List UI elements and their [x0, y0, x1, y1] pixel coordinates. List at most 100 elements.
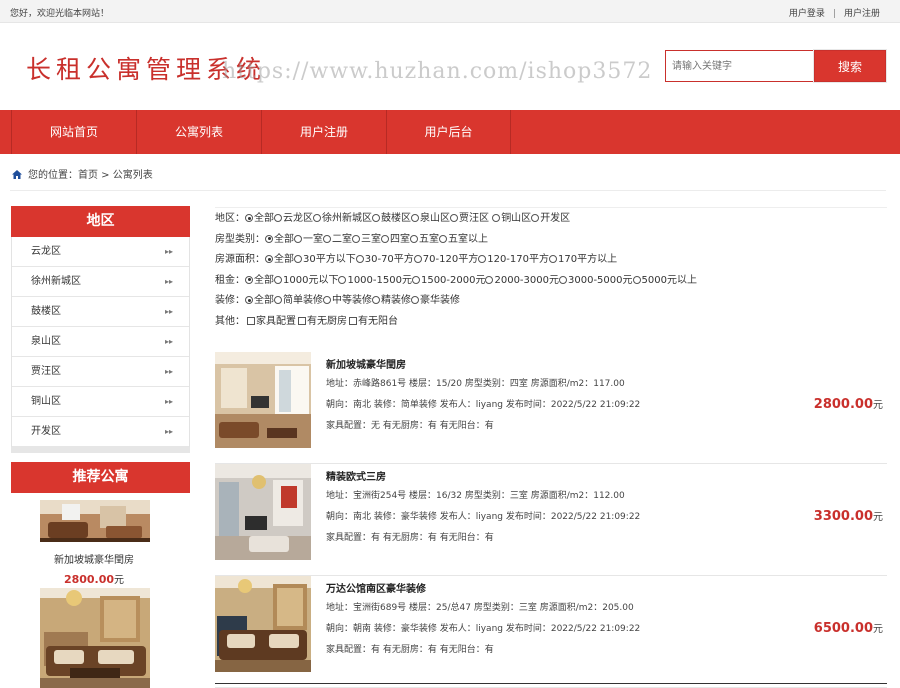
area-label: 开发区: [31, 426, 61, 437]
filter-panel: 地区： 全部 云龙区 徐州新城区 鼓楼区 泉山区 贾汪区 铜山区 开发区 房型类别： 全部 一室二…: [215, 207, 887, 332]
filter-option[interactable]: 1000-1500元: [338, 275, 412, 286]
price-value: 2800.00: [813, 397, 873, 412]
filter-option[interactable]: 三室: [352, 234, 381, 245]
filter-divider: [215, 207, 887, 208]
price-unit: 元: [873, 512, 883, 523]
filter-option[interactable]: 1500-2000元: [411, 275, 485, 286]
filter-option[interactable]: 120-170平方: [478, 254, 549, 265]
listing-price: 6500.00元: [814, 620, 883, 636]
price-unit: 元: [873, 624, 883, 635]
listing-detail-2: 朝向：朝南 装修：豪华装修 发布人：liyang 发布时间：2022/5/22 …: [326, 624, 641, 634]
filter-option[interactable]: 开发区: [531, 213, 570, 224]
filter-option[interactable]: 五室: [410, 234, 439, 245]
listing-photo[interactable]: [215, 576, 311, 672]
area-item[interactable]: 铜山区 ▸▸: [12, 387, 189, 417]
nav-apartment-list[interactable]: 公寓列表: [136, 110, 261, 154]
filter-option[interactable]: 5000元以上: [632, 275, 697, 286]
filter-label: 地区：: [215, 213, 245, 224]
filter-option[interactable]: 2000-3000元: [485, 275, 559, 286]
filter-option[interactable]: 鼓楼区: [372, 213, 411, 224]
filter-option[interactable]: 云龙区: [274, 213, 313, 224]
filter-option[interactable]: 全部: [245, 275, 274, 286]
filter-option[interactable]: 30平方以下: [294, 254, 356, 265]
area-item[interactable]: 鼓楼区 ▸▸: [12, 297, 189, 327]
filter-option[interactable]: 二室: [323, 234, 352, 245]
recommend-image[interactable]: [40, 588, 150, 688]
area-label: 云龙区: [31, 246, 61, 257]
listing-detail-2: 朝向：南北 装修：豪华装修 发布人：liyang 发布时间：2022/5/22 …: [326, 512, 641, 522]
filter-option[interactable]: 全部: [245, 295, 274, 306]
filter-option[interactable]: 30-70平方: [355, 254, 414, 265]
filter-option[interactable]: 简单装修: [274, 295, 323, 306]
filter-option[interactable]: 四室: [381, 234, 410, 245]
price-unit: 元: [114, 575, 125, 586]
filter-option[interactable]: 泉山区: [411, 213, 450, 224]
filter-checkbox[interactable]: 有无厨房: [296, 316, 347, 327]
filter-room-type: 房型类别： 全部 一室 二室 三室 四室 五室 五室以上: [215, 230, 887, 251]
search-button[interactable]: 搜索: [813, 49, 887, 83]
listing-title[interactable]: 精装欧式三房: [326, 468, 386, 483]
filter-option[interactable]: 1000元以下: [274, 275, 338, 286]
filter-option[interactable]: 全部: [245, 213, 274, 224]
listing-detail-3: 家具配置：有 有无厨房：有 有无阳台：有: [326, 533, 494, 543]
filter-option[interactable]: 精装修: [372, 295, 411, 306]
breadcrumb: 您的位置：首页 > 公寓列表: [12, 166, 153, 181]
filter-option[interactable]: 徐州新城区: [313, 213, 372, 224]
register-link[interactable]: 用户注册: [844, 6, 880, 19]
area-list: 云龙区 ▸▸ 徐州新城区 ▸▸ 鼓楼区 ▸▸ 泉山区 ▸▸ 贾汪区 ▸▸ 铜山区 ▸▸ 开发…: [11, 237, 190, 448]
listing-photo[interactable]: [215, 464, 311, 560]
filter-option[interactable]: 70-120平方: [413, 254, 478, 265]
search-input[interactable]: [665, 50, 815, 82]
listing-detail-1: 地址：宝洲街689号 楼层：25/总47 房型类别：三室 房源面积/m2：205…: [326, 603, 634, 613]
recommend-title: 推荐公寓: [11, 462, 190, 493]
area-label: 铜山区: [31, 396, 61, 407]
filter-label: 房源面积：: [215, 254, 265, 265]
filter-option[interactable]: 五室以上: [439, 234, 488, 245]
recommend-name[interactable]: 新加坡城豪华閏房: [11, 551, 177, 566]
filter-checkbox[interactable]: 有无阳台: [347, 316, 398, 327]
filter-option[interactable]: 一室: [294, 234, 323, 245]
area-item[interactable]: 徐州新城区 ▸▸: [12, 267, 189, 297]
listing-detail-1: 地址：宝洲街254号 楼层：16/32 房型类别：三室 房源面积/m2：112.…: [326, 491, 625, 501]
area-label: 泉山区: [31, 336, 61, 347]
price-value: 3300.00: [813, 509, 873, 524]
double-arrow-icon: ▸▸: [164, 427, 173, 436]
filter-option[interactable]: 铜山区: [489, 213, 531, 224]
area-title: 地区: [11, 206, 190, 237]
login-link[interactable]: 用户登录: [789, 6, 825, 19]
area-item[interactable]: 开发区 ▸▸: [12, 417, 189, 447]
breadcrumb-text: 您的位置：首页 > 公寓列表: [28, 170, 153, 181]
watermark: https://www.huzhan.com/ishop3572: [222, 59, 653, 84]
nav-user-admin[interactable]: 用户后台: [386, 110, 511, 154]
welcome-text: 您好，欢迎光临本网站！: [10, 9, 110, 19]
filter-option[interactable]: 中等装修: [323, 295, 372, 306]
area-label: 徐州新城区: [31, 276, 81, 287]
area-label: 鼓楼区: [31, 306, 61, 317]
area-item[interactable]: 泉山区 ▸▸: [12, 327, 189, 357]
double-arrow-icon: ▸▸: [164, 367, 173, 376]
nav-register[interactable]: 用户注册: [261, 110, 386, 154]
listing-photo[interactable]: [215, 352, 311, 448]
filter-checkbox[interactable]: 家具配置: [245, 316, 296, 327]
listing-price: 3300.00元: [814, 508, 883, 524]
recommend-image[interactable]: [40, 500, 150, 542]
filter-size: 房源面积： 全部 30平方以下 30-70平方 70-120平方 120-170平方 170…: [215, 250, 887, 271]
list-bottom-divider: [215, 683, 887, 684]
nav-home[interactable]: 网站首页: [11, 110, 136, 154]
filter-option[interactable]: 全部: [265, 254, 294, 265]
listing-price: 2800.00元: [814, 396, 883, 412]
double-arrow-icon: ▸▸: [164, 277, 173, 286]
filter-option[interactable]: 3000-5000元: [559, 275, 633, 286]
listing-title[interactable]: 万达公馆南区豪华装修: [326, 580, 426, 595]
area-item[interactable]: 贾汪区 ▸▸: [12, 357, 189, 387]
filter-area: 地区： 全部 云龙区 徐州新城区 鼓楼区 泉山区 贾汪区 铜山区 开发区: [215, 209, 887, 230]
filter-option[interactable]: 全部: [265, 234, 294, 245]
filter-option[interactable]: 170平方以上: [549, 254, 617, 265]
price-unit: 元: [873, 400, 883, 411]
area-item[interactable]: 云龙区 ▸▸: [12, 237, 189, 267]
filter-option[interactable]: 豪华装修: [411, 295, 460, 306]
listing-title[interactable]: 新加坡城豪华閏房: [326, 356, 406, 371]
filter-option[interactable]: 贾汪区: [450, 213, 489, 224]
area-label: 贾汪区: [31, 366, 61, 377]
filter-label: 其他：: [215, 315, 245, 327]
